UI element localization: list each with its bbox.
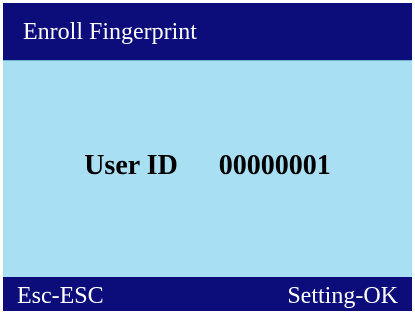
user-id-label: User ID <box>84 150 178 181</box>
screen-title: Enroll Fingerprint <box>23 19 197 45</box>
title-bar: Enroll Fingerprint <box>3 3 412 60</box>
user-id-row: User ID 00000001 <box>3 149 412 183</box>
device-screen: Enroll Fingerprint User ID 00000001 Esc-… <box>3 3 412 311</box>
user-id-value: 00000001 <box>218 150 331 181</box>
enroll-content-panel: User ID 00000001 <box>3 60 412 277</box>
ok-key-hint[interactable]: Setting-OK <box>287 281 398 311</box>
footer-bar: Esc-ESC Setting-OK <box>3 277 412 311</box>
esc-key-hint[interactable]: Esc-ESC <box>17 281 104 311</box>
